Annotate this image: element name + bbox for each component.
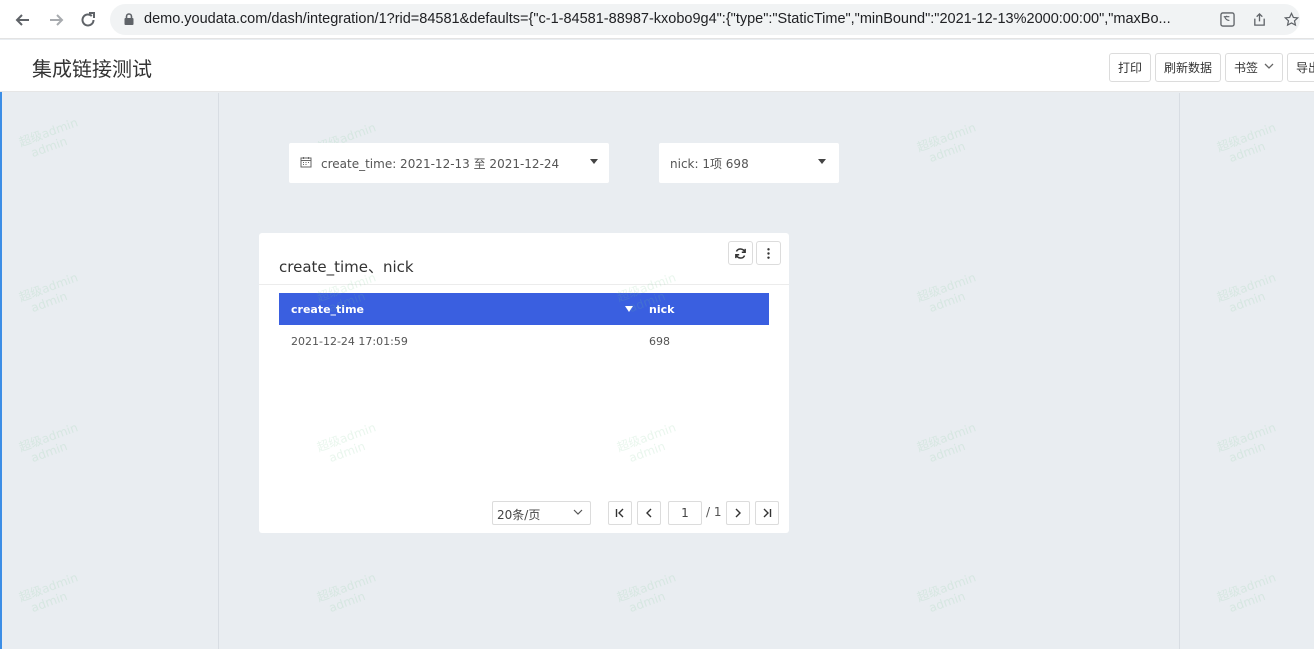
time-filter-dropdown[interactable]: create_time: 2021-12-13 至 2021-12-24	[289, 143, 609, 183]
caret-down-icon	[818, 159, 826, 164]
reload-icon[interactable]	[77, 9, 99, 31]
translate-icon[interactable]	[1218, 10, 1236, 28]
refresh-widget-button[interactable]	[728, 241, 753, 265]
total-pages: / 1	[706, 505, 722, 519]
export-button[interactable]: 导出	[1287, 53, 1314, 82]
divider	[259, 284, 789, 285]
url-text: demo.youdata.com/dash/integration/1?rid=…	[144, 11, 1171, 27]
watermark: 超级admin admin	[17, 270, 80, 316]
chevron-down-icon	[1264, 61, 1274, 74]
watermark: 超级admin admin	[17, 115, 80, 161]
nick-filter-dropdown[interactable]: nick: 1项 698	[659, 143, 839, 183]
back-arrow-icon[interactable]	[12, 9, 34, 31]
sort-desc-icon[interactable]	[625, 306, 633, 312]
more-vertical-icon	[767, 247, 770, 259]
table-cell-create-time: 2021-12-24 17:01:59	[291, 335, 408, 348]
watermark: 超级admin admin	[1215, 570, 1278, 616]
nick-filter-label: nick: 1项 698	[670, 157, 749, 171]
watermark: 超级admin admin	[17, 420, 80, 466]
page-title: 集成链接测试	[32, 57, 152, 81]
watermark: 超级admin admin	[17, 570, 80, 616]
app-header: 集成链接测试 打印 刷新数据 书签 导出	[0, 40, 1314, 92]
next-page-button[interactable]	[726, 501, 750, 525]
caret-down-icon	[590, 159, 598, 164]
page-size-select[interactable]: 20条/页	[492, 501, 591, 525]
first-page-button[interactable]	[608, 501, 632, 525]
widget-title: create_time、nick	[279, 258, 414, 276]
chevron-down-icon	[573, 509, 583, 515]
print-button[interactable]: 打印	[1109, 53, 1151, 82]
table-header: create_time nick	[279, 293, 769, 325]
first-page-icon	[615, 508, 624, 518]
more-options-button[interactable]	[756, 241, 781, 265]
browser-toolbar: demo.youdata.com/dash/integration/1?rid=…	[0, 0, 1314, 39]
address-bar[interactable]: demo.youdata.com/dash/integration/1?rid=…	[110, 4, 1300, 35]
table-cell-nick: 698	[649, 335, 670, 348]
time-filter-label: create_time: 2021-12-13 至 2021-12-24	[321, 157, 560, 171]
last-page-icon	[763, 508, 772, 518]
refresh-data-button[interactable]: 刷新数据	[1155, 53, 1221, 82]
chevron-right-icon	[735, 508, 741, 518]
calendar-icon	[300, 157, 312, 168]
watermark: 超级admin admin	[1215, 420, 1278, 466]
column-header-nick[interactable]: nick	[649, 303, 674, 316]
lock-icon	[124, 13, 134, 25]
page-number-input[interactable]: 1	[668, 501, 702, 525]
bookmark-label: 书签	[1234, 61, 1259, 75]
table-widget: create_time、nick create_time nick 2021-1…	[259, 233, 789, 533]
chevron-left-icon	[646, 508, 652, 518]
refresh-icon	[735, 247, 746, 259]
prev-page-button[interactable]	[637, 501, 661, 525]
column-header-create-time[interactable]: create_time	[291, 303, 364, 316]
bookmark-dropdown[interactable]: 书签	[1225, 53, 1283, 82]
watermark: 超级admin admin	[1215, 120, 1278, 166]
share-icon[interactable]	[1250, 10, 1268, 28]
page-size-label: 20条/页	[497, 508, 541, 522]
star-icon[interactable]	[1282, 10, 1300, 28]
left-edge-bar	[0, 92, 2, 649]
forward-arrow-icon[interactable]	[45, 9, 67, 31]
watermark: 超级admin admin	[1215, 270, 1278, 316]
last-page-button[interactable]	[755, 501, 779, 525]
